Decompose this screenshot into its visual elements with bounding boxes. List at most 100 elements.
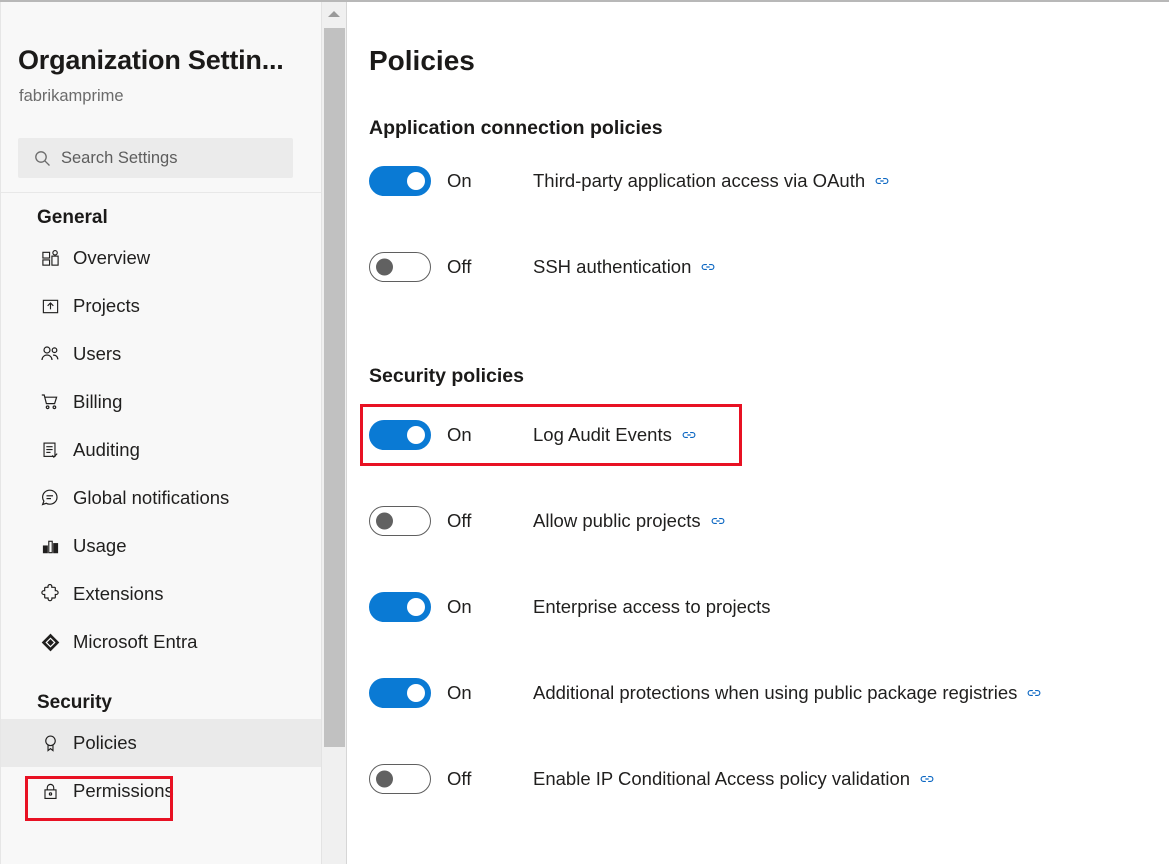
toggle-knob [376,259,393,276]
section-application-connection-policies: Application connection policies On Third… [369,117,1159,290]
sidebar-item-label: Usage [73,535,126,557]
policy-name: Additional protections when using public… [533,682,1042,704]
sidebar-group-general: General [1,193,322,234]
policy-link-icon[interactable] [919,771,935,787]
policy-toggle[interactable] [369,764,431,794]
policy-row-log-audit-events: On Log Audit Events [369,412,1159,458]
section-security-policies: Security policies On Log Audit Events [369,365,1159,802]
policy-row-allow-public-projects: Off Allow public projects [369,498,1159,544]
search-settings-box[interactable]: Search Settings [18,138,293,178]
sidebar-item-label: Global notifications [73,487,229,509]
policy-toggle[interactable] [369,678,431,708]
policy-name-text: Third-party application access via OAuth [533,170,865,192]
page-title: Policies [369,45,475,77]
sidebar-nav: General Overview [1,193,322,864]
billing-cart-icon [39,391,61,413]
toggle-knob [407,684,425,702]
policy-state-label: Off [447,256,533,278]
toggle-knob [407,172,425,190]
policy-name: SSH authentication [533,256,716,278]
policy-state-label: On [447,682,533,704]
search-input[interactable]: Search Settings [61,149,177,168]
usage-chart-icon [39,535,61,557]
sidebar-item-global-notifications[interactable]: Global notifications [1,474,322,522]
policy-state-label: On [447,424,533,446]
sidebar-item-extensions[interactable]: Extensions [1,570,322,618]
sidebar-item-label: Projects [73,295,140,317]
policy-name-text: Allow public projects [533,510,701,532]
policy-link-icon[interactable] [700,259,716,275]
section-title: Application connection policies [369,117,1159,140]
sidebar-item-permissions[interactable]: Permissions [1,767,322,815]
policy-name-text: Enterprise access to projects [533,596,771,618]
policies-main-content: Policies Application connection policies… [347,2,1169,864]
page-title-organization: Organization Settin... [18,45,284,76]
sidebar-item-auditing[interactable]: Auditing [1,426,322,474]
policy-name-text: SSH authentication [533,256,691,278]
scroll-up-arrow-icon[interactable] [322,2,346,26]
policy-row-enterprise-access-to-projects: On Enterprise access to projects [369,584,1159,630]
policy-name: Enterprise access to projects [533,596,771,618]
toggle-knob [407,598,425,616]
policy-toggle[interactable] [369,420,431,450]
toggle-knob [407,426,425,444]
policy-toggle[interactable] [369,252,431,282]
policy-row-ssh-authentication: Off SSH authentication [369,244,1159,290]
auditing-clipboard-icon [39,439,61,461]
policy-row-additional-protections-public-package-registries: On Additional protections when using pub… [369,670,1159,716]
policy-name: Enable IP Conditional Access policy vali… [533,768,935,790]
projects-icon [39,295,61,317]
sidebar-item-label: Permissions [73,780,174,802]
organization-name: fabrikamprime [19,87,124,106]
sidebar-item-label: Microsoft Entra [73,631,197,653]
sidebar-item-policies[interactable]: Policies [1,719,322,767]
policy-link-icon[interactable] [874,173,890,189]
sidebar-scrollbar-thumb[interactable] [324,28,345,747]
sidebar-item-projects[interactable]: Projects [1,282,322,330]
overview-icon [39,247,61,269]
section-title: Security policies [369,365,1159,388]
toggle-knob [376,513,393,530]
policy-link-icon[interactable] [710,513,726,529]
sidebar-scrollbar-track[interactable] [321,2,346,864]
policy-toggle[interactable] [369,166,431,196]
sidebar-item-label: Users [73,343,121,365]
extensions-puzzle-icon [39,583,61,605]
policy-name: Log Audit Events [533,424,697,446]
policy-name-text: Additional protections when using public… [533,682,1017,704]
sidebar-item-billing[interactable]: Billing [1,378,322,426]
sidebar-item-usage[interactable]: Usage [1,522,322,570]
policy-row-third-party-oauth: On Third-party application access via OA… [369,158,1159,204]
policy-toggle[interactable] [369,592,431,622]
sidebar-item-overview[interactable]: Overview [1,234,322,282]
toggle-knob [376,771,393,788]
policy-row-enable-ip-conditional-access-policy-validation: Off Enable IP Conditional Access policy … [369,756,1159,802]
policy-name: Allow public projects [533,510,726,532]
global-notifications-icon [39,487,61,509]
policy-link-icon[interactable] [1026,685,1042,701]
permissions-lock-icon [39,780,61,802]
policy-state-label: Off [447,768,533,790]
users-icon [39,343,61,365]
policy-name: Third-party application access via OAuth [533,170,890,192]
sidebar-item-label: Billing [73,391,122,413]
sidebar-item-label: Overview [73,247,150,269]
sidebar-item-users[interactable]: Users [1,330,322,378]
policy-state-label: Off [447,510,533,532]
sidebar-item-label: Auditing [73,439,140,461]
policies-ribbon-icon [39,732,61,754]
policy-link-icon[interactable] [681,427,697,443]
microsoft-entra-icon [39,631,61,653]
policy-name-text: Log Audit Events [533,424,672,446]
policy-name-text: Enable IP Conditional Access policy vali… [533,768,910,790]
policy-toggle[interactable] [369,506,431,536]
settings-sidebar: Organization Settin... fabrikamprime Sea… [0,2,347,864]
policy-state-label: On [447,170,533,192]
search-icon [34,150,51,167]
sidebar-item-microsoft-entra[interactable]: Microsoft Entra [1,618,322,666]
sidebar-content: Organization Settin... fabrikamprime Sea… [0,2,322,864]
sidebar-group-security: Security [1,678,322,719]
sidebar-item-label: Policies [73,732,137,754]
organization-settings-page: Organization Settin... fabrikamprime Sea… [0,0,1169,864]
policy-state-label: On [447,596,533,618]
